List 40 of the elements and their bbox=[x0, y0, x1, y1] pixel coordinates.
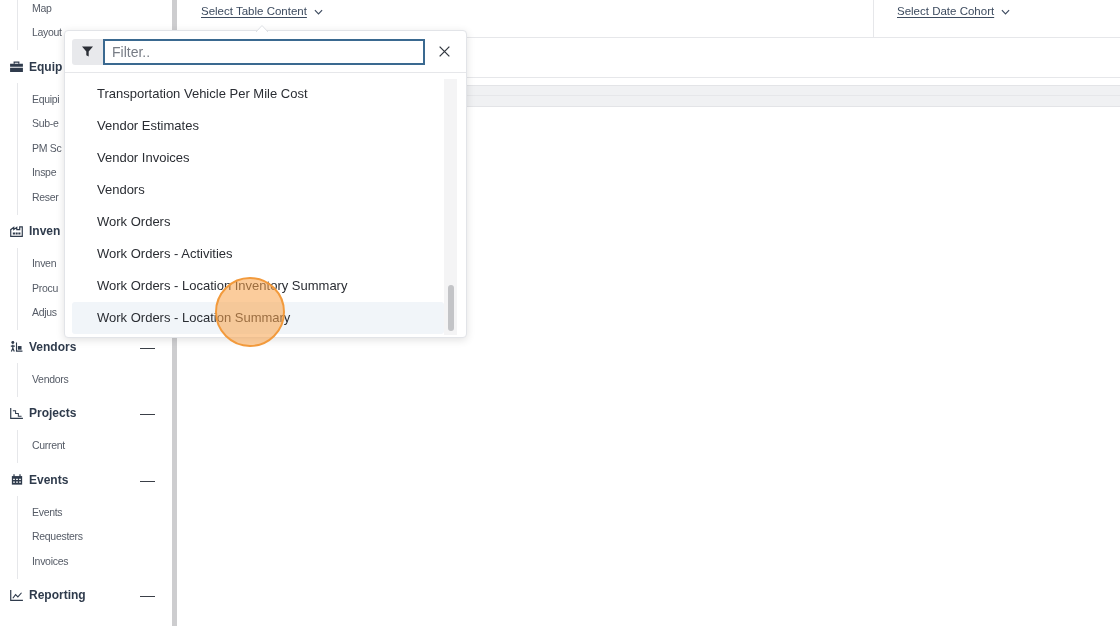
sidebar-link[interactable]: Adjus bbox=[32, 306, 57, 320]
sidebar-link[interactable]: Reser bbox=[32, 190, 59, 204]
calendar-icon bbox=[10, 474, 23, 485]
step-chart-icon bbox=[10, 407, 23, 419]
sidebar-link[interactable]: Inven bbox=[32, 257, 57, 271]
warehouse-icon bbox=[10, 225, 23, 237]
collapse-toggle[interactable]: — bbox=[140, 339, 155, 354]
sidebar-link[interactable]: Layout bbox=[32, 26, 62, 40]
section-title[interactable]: Reporting bbox=[29, 588, 86, 602]
sidebar-link[interactable]: Procu bbox=[32, 281, 58, 295]
filter-button[interactable] bbox=[72, 38, 103, 65]
collapse-toggle[interactable]: — bbox=[140, 472, 155, 487]
sidebar-link[interactable]: Current bbox=[32, 439, 65, 453]
section-title[interactable]: Inven bbox=[29, 224, 61, 238]
sidebar-link[interactable]: Equipi bbox=[32, 92, 60, 106]
section-title[interactable]: Projects bbox=[29, 406, 77, 420]
chevron-down-icon bbox=[1001, 9, 1011, 15]
section-title[interactable]: Events bbox=[29, 472, 69, 487]
sidebar-link[interactable]: Requesters bbox=[32, 530, 83, 544]
sidebar-link[interactable]: PM Sc bbox=[32, 141, 62, 155]
section-title[interactable]: Vendors bbox=[29, 339, 77, 354]
sidebar-link[interactable]: Sub-e bbox=[32, 117, 59, 131]
toolbox-icon bbox=[10, 61, 23, 72]
person-dolly-icon bbox=[10, 341, 23, 352]
collapse-toggle[interactable]: — bbox=[140, 588, 155, 602]
sidebar-link[interactable]: Invoices bbox=[32, 554, 69, 568]
sidebar-link[interactable]: Vendors bbox=[32, 372, 69, 386]
close-icon bbox=[438, 46, 450, 57]
collapse-toggle[interactable]: — bbox=[140, 406, 155, 420]
scrollbar-thumb[interactable] bbox=[447, 285, 454, 331]
sidebar-link[interactable]: Map bbox=[32, 1, 52, 15]
chevron-down-icon bbox=[313, 9, 323, 15]
funnel-icon bbox=[82, 46, 93, 57]
sidebar-link[interactable]: Events bbox=[32, 505, 63, 519]
filter-input[interactable]: Filter.. bbox=[103, 38, 425, 65]
date-cohort-dropdown[interactable]: Select Date Cohort bbox=[897, 4, 1011, 20]
section-title[interactable]: Equip bbox=[29, 59, 63, 74]
line-chart-icon bbox=[10, 589, 23, 601]
table-content-dropdown[interactable]: Select Table Content bbox=[201, 4, 323, 20]
sidebar-link[interactable]: Inspe bbox=[32, 166, 57, 180]
